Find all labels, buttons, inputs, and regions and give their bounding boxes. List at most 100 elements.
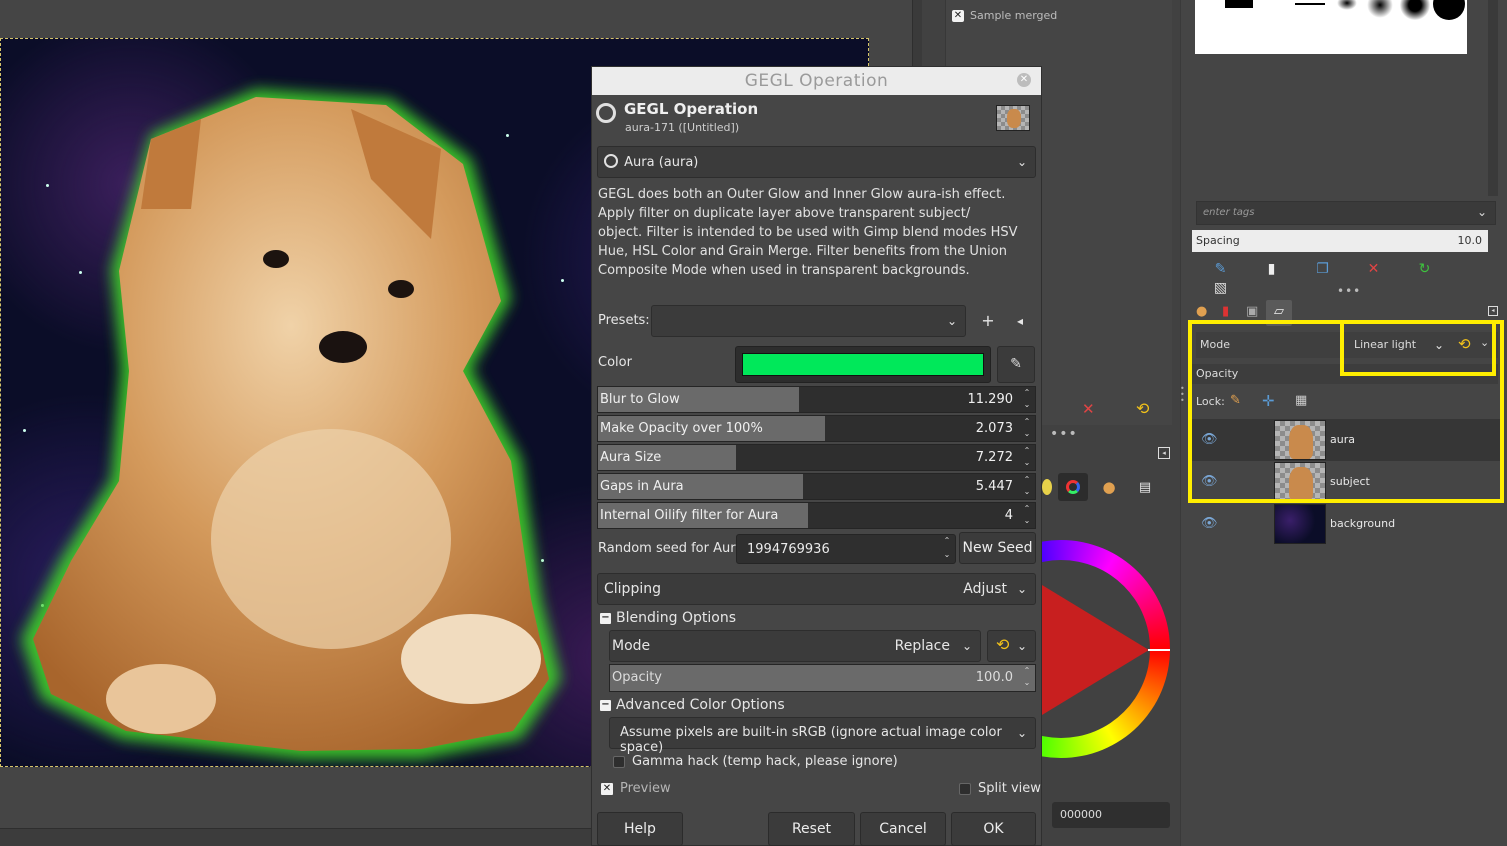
- ok-button[interactable]: OK: [951, 812, 1036, 846]
- layer-row-aura[interactable]: 👁 aura: [1192, 419, 1500, 461]
- reset-button[interactable]: Reset: [768, 812, 855, 846]
- visibility-eye-icon[interactable]: 👁: [1201, 432, 1218, 447]
- new-seed-button[interactable]: New Seed: [959, 532, 1036, 564]
- hex-color-input[interactable]: 000000: [1052, 802, 1170, 828]
- brush-toolbar: ✎ ▮ ❐ ✕ ↻ ▧: [1195, 258, 1495, 296]
- edit-brush-icon[interactable]: ✎: [1195, 261, 1246, 277]
- color-wheel[interactable]: [1042, 540, 1172, 760]
- spin-arrows-icon[interactable]: ⌃ ⌄: [1019, 416, 1035, 441]
- help-button[interactable]: Help: [597, 812, 683, 846]
- preview-checkbox[interactable]: ✕: [601, 783, 613, 795]
- collapse-blending-icon[interactable]: −: [600, 613, 611, 624]
- layer-opacity-slider[interactable]: Opacity: [1192, 364, 1498, 384]
- delete-icon[interactable]: ✕: [1082, 400, 1095, 418]
- layer-row-background[interactable]: 👁 background: [1192, 503, 1500, 545]
- duplicate-brush-icon[interactable]: ❐: [1297, 261, 1348, 277]
- brush-item[interactable]: [1295, 3, 1325, 5]
- tool-options-tab-icon[interactable]: ●: [1196, 304, 1207, 319]
- color-space-value: Assume pixels are built-in sRGB (ignore …: [620, 725, 1002, 755]
- reset-mode-icon[interactable]: ⟲: [1458, 335, 1471, 353]
- color-wheel-tab-icon[interactable]: [1058, 473, 1088, 501]
- slider-aura-size[interactable]: Aura Size 7.272 ⌃ ⌄: [597, 444, 1036, 471]
- new-brush-icon[interactable]: ▮: [1246, 261, 1297, 277]
- brush-item[interactable]: [1400, 0, 1430, 20]
- color-space-select[interactable]: Assume pixels are built-in sRGB (ignore …: [609, 717, 1036, 755]
- gamma-hack-label[interactable]: Gamma hack (temp hack, please ignore): [632, 754, 898, 769]
- layer-row-subject[interactable]: 👁 subject: [1192, 461, 1500, 503]
- slider-gaps-in-aura[interactable]: Gaps in Aura 5.447 ⌃ ⌄: [597, 473, 1036, 500]
- open-brush-as-image-icon[interactable]: ▧: [1195, 280, 1246, 296]
- add-preset-icon[interactable]: +: [976, 309, 1000, 333]
- dock-handle-dots[interactable]: •••: [1050, 426, 1078, 442]
- chevron-down-icon[interactable]: ⌄: [1477, 205, 1487, 219]
- color-tab-icon[interactable]: [1042, 479, 1052, 495]
- chevron-down-icon: ⌄: [1016, 726, 1027, 740]
- dialog-titlebar[interactable]: GEGL Operation ✕: [592, 67, 1041, 95]
- dock-separator-handle[interactable]: • • •: [1180, 385, 1185, 405]
- layer-name[interactable]: background: [1330, 517, 1395, 530]
- spin-arrows-icon[interactable]: ⌃ ⌄: [1019, 665, 1035, 689]
- scales-tab-icon[interactable]: ▤: [1130, 480, 1160, 495]
- device-status-tab-icon[interactable]: ▮: [1222, 304, 1229, 319]
- dock-handle-dots[interactable]: •••: [1337, 284, 1361, 298]
- preview-label[interactable]: Preview: [620, 781, 671, 796]
- close-icon[interactable]: ✕: [1017, 73, 1031, 87]
- undo-history-tab-icon[interactable]: ▣: [1246, 304, 1258, 319]
- spin-arrows-icon[interactable]: ⌃ ⌄: [1019, 387, 1035, 412]
- cancel-button[interactable]: Cancel: [860, 812, 946, 846]
- tags-input[interactable]: enter tags: [1196, 201, 1496, 225]
- reset-icon[interactable]: ⟲: [1136, 399, 1149, 418]
- slider-make-opacity[interactable]: Make Opacity over 100% 2.073 ⌃ ⌄: [597, 415, 1036, 442]
- lock-pixels-icon[interactable]: ✎: [1230, 393, 1241, 408]
- spacing-value: 10.0: [1457, 234, 1483, 247]
- sample-merged-checkbox[interactable]: ✕: [952, 9, 964, 22]
- operation-select[interactable]: Aura (aura) ⌄: [597, 146, 1036, 178]
- blend-mode-reset-button[interactable]: ⟲ ⌄: [987, 630, 1036, 662]
- preset-menu-icon[interactable]: ◂: [1008, 309, 1032, 333]
- refresh-brushes-icon[interactable]: ↻: [1399, 261, 1450, 277]
- spacing-slider[interactable]: Spacing 10.0: [1192, 230, 1488, 252]
- delete-brush-icon[interactable]: ✕: [1348, 261, 1399, 277]
- collapse-advanced-icon[interactable]: −: [600, 700, 611, 711]
- slider-internal-oilify[interactable]: Internal Oilify filter for Aura 4 ⌃ ⌄: [597, 502, 1036, 529]
- brush-item[interactable]: [1337, 0, 1357, 10]
- lock-position-icon[interactable]: ✛: [1262, 392, 1275, 410]
- presets-label: Presets:: [598, 313, 650, 328]
- presets-select[interactable]: ⌄: [651, 305, 966, 337]
- spin-arrows-icon[interactable]: ⌃ ⌄: [1019, 474, 1035, 499]
- brush-scrollbar[interactable]: [1488, 0, 1498, 196]
- brush-item[interactable]: [1367, 0, 1393, 18]
- advanced-color-options-header[interactable]: Advanced Color Options: [616, 697, 785, 713]
- spin-arrows-icon[interactable]: ⌃ ⌄: [1019, 503, 1035, 528]
- split-view-label[interactable]: Split view: [978, 781, 1041, 796]
- visibility-eye-icon[interactable]: 👁: [1201, 516, 1218, 531]
- chevron-down-icon[interactable]: ⌄: [1480, 336, 1489, 349]
- color-picker-button[interactable]: ✎: [997, 346, 1035, 383]
- brush-item[interactable]: [1433, 0, 1465, 20]
- sample-merged-option[interactable]: ✕ Sample merged: [952, 9, 1057, 22]
- clipping-select[interactable]: Clipping Adjust ⌄: [597, 573, 1036, 605]
- dock-menu-icon[interactable]: ◂: [1158, 447, 1170, 459]
- blend-opacity-slider[interactable]: Opacity 100.0 ⌃ ⌄: [609, 664, 1036, 692]
- gamma-hack-checkbox[interactable]: [613, 756, 625, 768]
- layer-mode-combo[interactable]: Linear light ⌄: [1346, 332, 1452, 358]
- layer-name[interactable]: subject: [1330, 475, 1370, 488]
- layer-name[interactable]: aura: [1330, 433, 1355, 446]
- slider-blur-to-glow[interactable]: Blur to Glow 11.290 ⌃ ⌄: [597, 386, 1036, 413]
- operation-subtitle: aura-171 ([Untitled]): [625, 121, 740, 134]
- dock-menu-icon[interactable]: ◂: [1488, 306, 1498, 316]
- seed-input[interactable]: 1994769936: [736, 534, 956, 564]
- color-triangle[interactable]: [1042, 540, 1172, 760]
- layers-tab-icon[interactable]: ▱: [1266, 300, 1292, 326]
- palette-tab-icon[interactable]: ●: [1094, 478, 1124, 496]
- spin-arrows-icon[interactable]: ⌃ ⌄: [938, 534, 956, 564]
- lock-alpha-icon[interactable]: ▦: [1295, 393, 1307, 408]
- brush-grid[interactable]: [1195, 0, 1467, 54]
- split-view-checkbox[interactable]: [959, 783, 971, 795]
- blend-mode-select[interactable]: Mode Replace ⌄: [609, 630, 981, 662]
- visibility-eye-icon[interactable]: 👁: [1201, 474, 1218, 489]
- blending-options-header[interactable]: Blending Options: [616, 610, 736, 626]
- spin-arrows-icon[interactable]: ⌃ ⌄: [1019, 445, 1035, 470]
- color-button[interactable]: [735, 346, 991, 383]
- brush-item[interactable]: [1225, 0, 1253, 8]
